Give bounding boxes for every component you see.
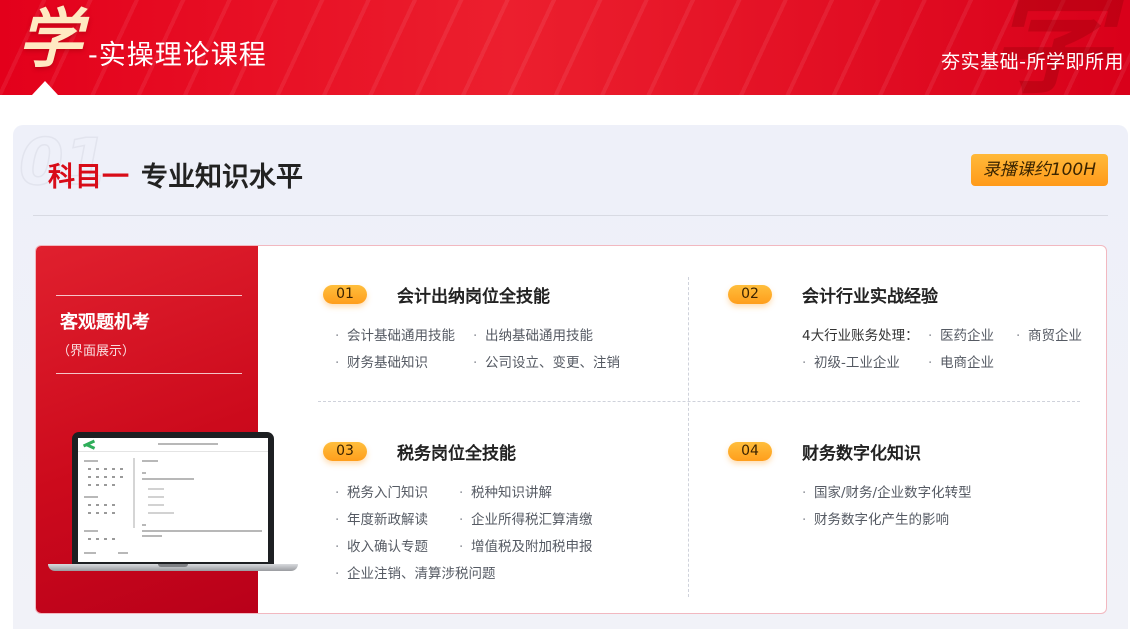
screen-dot xyxy=(104,504,107,506)
screen-dot xyxy=(104,512,107,514)
module-item: 出纳基础通用技能 xyxy=(473,324,593,344)
screen-text-line xyxy=(84,496,98,498)
screen-dot xyxy=(88,504,91,506)
screen-dot xyxy=(96,468,99,470)
screen-text-line xyxy=(148,488,164,490)
screen-dot xyxy=(112,504,115,506)
screen-dot xyxy=(104,468,107,470)
screen-text-line xyxy=(84,460,98,462)
brand-char: 学 xyxy=(18,3,82,77)
module-item: 国家/财务/企业数字化转型 xyxy=(802,481,972,501)
module-item: 年度新政解读 xyxy=(335,508,428,528)
page-title: -实操理论课程 xyxy=(88,40,267,71)
screen-text-line xyxy=(142,535,162,537)
screen-dot xyxy=(112,476,115,478)
content-card: 客观题机考 （界面展示） 01 会计出纳岗位全技能 · 会计基础通用技能 · 出… xyxy=(35,245,1107,614)
laptop-base-notch xyxy=(158,564,188,567)
screen-dot xyxy=(88,538,91,540)
screen-dot xyxy=(120,468,123,470)
screen-dot xyxy=(88,512,91,514)
screen-text-line xyxy=(148,512,174,514)
screen-title-bar xyxy=(158,443,218,445)
side-title: 客观题机考 xyxy=(60,312,150,333)
screen-dot xyxy=(96,476,99,478)
screen-dot xyxy=(96,512,99,514)
modules-area: 01 会计出纳岗位全技能 会计基础通用技能 出纳基础通用技能 财务基础知识 公司… xyxy=(258,246,1106,613)
side-panel: 客观题机考 （界面展示） xyxy=(36,246,298,613)
module-4: 04 财务数字化知识 国家/财务/企业数字化转型 财务数字化产生的影响 xyxy=(728,442,1106,542)
screen-dot xyxy=(112,538,115,540)
header-banner: 学 学 -实操理论课程 夯实基础-所学即所用 xyxy=(0,0,1130,95)
module-3: 03 税务岗位全技能 税务入门知识 税种知识讲解 年度新政解读 企业所得税汇算清… xyxy=(323,442,703,602)
screen-dot xyxy=(96,504,99,506)
header-notch xyxy=(32,81,58,95)
module-title: 会计出纳岗位全技能 xyxy=(397,287,550,307)
module-item: 会计基础通用技能 xyxy=(335,324,455,344)
screen-dot xyxy=(104,476,107,478)
module-item: 公司设立、变更、注销 xyxy=(473,351,620,371)
panel-divider xyxy=(33,215,1108,216)
subject-prefix: 科目一 xyxy=(48,162,129,193)
module-item: 税务入门知识 xyxy=(335,481,428,501)
subject-name: 专业知识水平 xyxy=(141,162,303,193)
module-1: 01 会计出纳岗位全技能 会计基础通用技能 出纳基础通用技能 财务基础知识 公司… xyxy=(323,285,703,385)
screen-text-line xyxy=(142,478,194,480)
screen-dot xyxy=(104,484,107,486)
screen-text-line xyxy=(118,552,128,554)
module-item: 税种知识讲解 xyxy=(459,481,552,501)
screen-dot xyxy=(88,476,91,478)
module-item: 企业注销、清算涉税问题 xyxy=(335,562,496,582)
side-line-bottom xyxy=(56,373,242,374)
screen-dot xyxy=(96,538,99,540)
screen-text-line xyxy=(84,552,96,554)
screen-text-line xyxy=(142,472,146,474)
subject-panel: 01 科目一 专业知识水平 录播课约100H 客观题机考 （界面展示） 01 会… xyxy=(13,125,1128,629)
module-item: 收入确认专题 xyxy=(335,535,428,555)
screen-dot xyxy=(96,484,99,486)
module-item: 初级-工业企业 xyxy=(802,351,900,371)
screen-text-line xyxy=(84,530,98,532)
module-title: 税务岗位全技能 xyxy=(397,444,516,464)
screen-text-line xyxy=(148,504,164,506)
duration-badge: 录播课约100H xyxy=(970,154,1108,186)
module-item: 医药企业 xyxy=(928,324,994,344)
module-title: 财务数字化知识 xyxy=(802,444,921,464)
screen-dot xyxy=(88,468,91,470)
laptop-screen xyxy=(78,438,268,562)
screen-text-line xyxy=(142,524,146,526)
side-line-top xyxy=(56,295,242,296)
module-number-badge: 03 xyxy=(323,442,367,461)
screen-divider xyxy=(133,458,135,528)
module-lead: 4大行业账务处理： xyxy=(802,328,919,344)
side-subtitle: （界面展示） xyxy=(57,344,136,359)
module-item: 增值税及附加税申报 xyxy=(459,535,593,555)
screen-header xyxy=(78,438,268,452)
horizontal-divider xyxy=(318,401,1080,402)
screen-dot xyxy=(88,484,91,486)
screen-text-line xyxy=(142,530,262,532)
module-item: 电商企业 xyxy=(928,351,994,371)
screen-logo-icon xyxy=(83,440,97,449)
module-item: 企业所得税汇算清缴 xyxy=(459,508,593,528)
module-title: 会计行业实战经验 xyxy=(802,287,938,307)
module-item: 财务基础知识 xyxy=(335,351,428,371)
screen-dot xyxy=(120,476,123,478)
module-number-badge: 04 xyxy=(728,442,772,461)
module-2: 02 会计行业实战经验 4大行业账务处理： 医药企业 商贸企业 初级-工业企业 … xyxy=(728,285,1106,385)
slogan: 夯实基础-所学即所用 xyxy=(941,51,1124,73)
screen-dot xyxy=(112,468,115,470)
screen-dot xyxy=(112,484,115,486)
module-item: 财务数字化产生的影响 xyxy=(802,508,949,528)
module-item: 商贸企业 xyxy=(1016,324,1082,344)
screen-text-line xyxy=(148,496,164,498)
screen-dot xyxy=(104,538,107,540)
module-number-badge: 02 xyxy=(728,285,772,304)
screen-dot xyxy=(112,512,115,514)
module-number-badge: 01 xyxy=(323,285,367,304)
screen-text-line xyxy=(142,460,158,462)
